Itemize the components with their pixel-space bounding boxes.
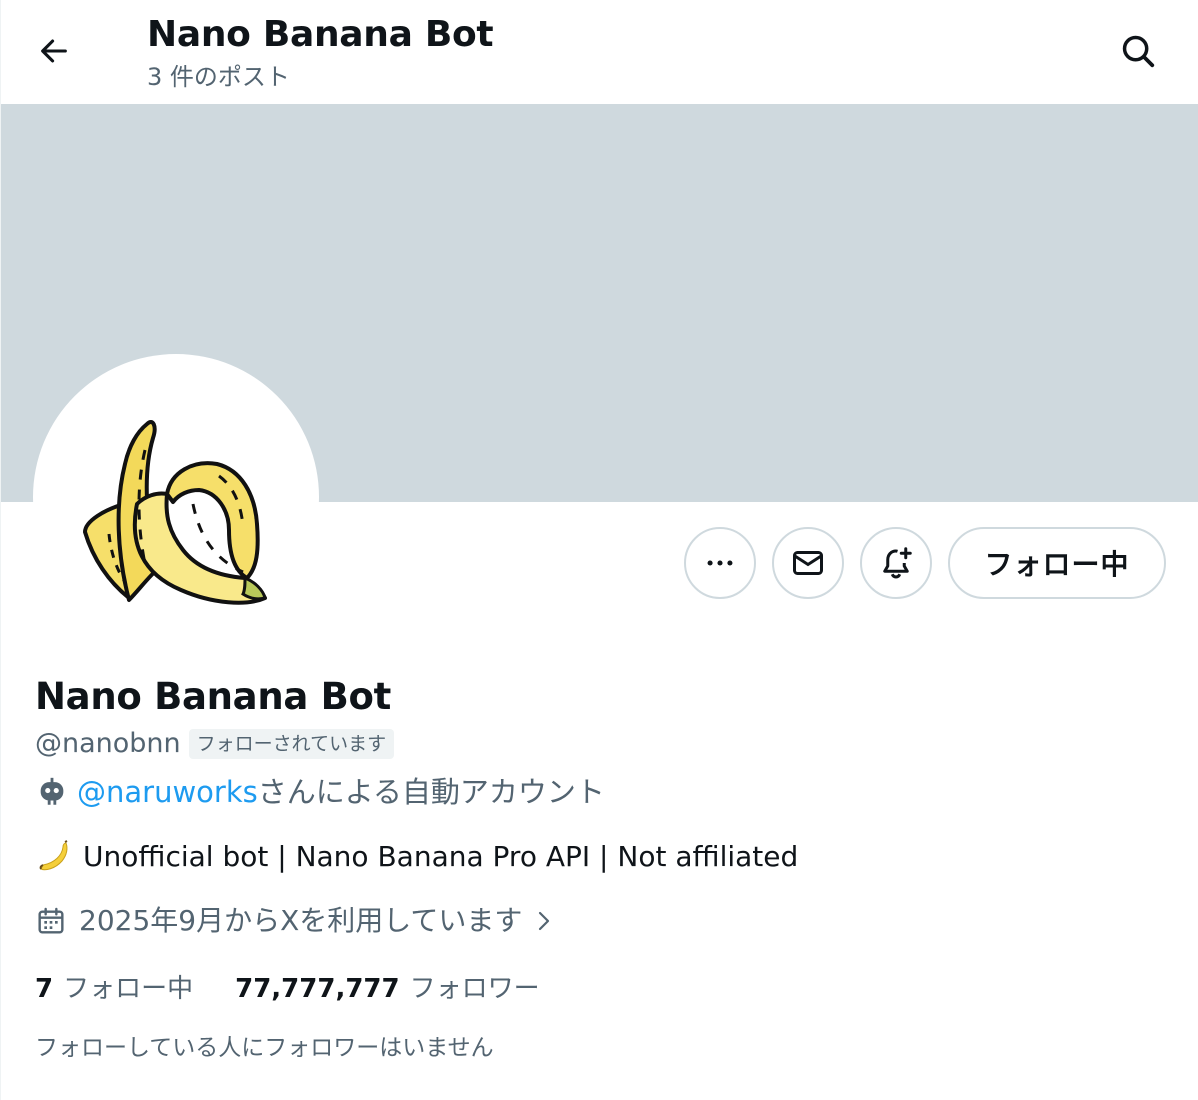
followers-label: フォロワー <box>409 974 540 1004</box>
joined-date[interactable]: 2025年9月からXを利用しています <box>35 901 556 941</box>
post-count: 3 件のポスト <box>147 63 290 91</box>
header-title-block: Nano Banana Bot 3 件のポスト <box>147 12 494 94</box>
follow-stats: 7 フォロー中 77,777,777 フォロワー <box>35 970 540 1008</box>
calendar-icon <box>38 907 64 934</box>
following-count: 7 <box>35 974 54 1004</box>
robot-icon <box>40 777 64 805</box>
back-button[interactable] <box>25 22 83 80</box>
banana-avatar-image <box>83 420 267 605</box>
followers-count: 77,777,777 <box>235 974 400 1004</box>
handle: @nanobnn <box>35 728 181 759</box>
follows-you-badge: フォローされています <box>188 729 395 759</box>
message-button[interactable] <box>772 527 844 599</box>
automated-suffix: さんによる自動アカウント <box>257 775 605 809</box>
handle-row: @nanobnn フォローされています <box>35 726 395 762</box>
bell-plus-icon <box>883 547 912 579</box>
more-icon <box>707 560 733 566</box>
profile-page: Nano Banana Bot 3 件のポスト フォロー中 Nano Banan… <box>0 0 1198 1100</box>
following-stat[interactable]: 7 フォロー中 <box>35 970 193 1008</box>
profile-header: Nano Banana Bot 3 件のポスト <box>1 0 1198 104</box>
following-button[interactable]: フォロー中 <box>948 527 1166 599</box>
display-name: Nano Banana Bot <box>35 675 392 718</box>
joined-text: 2025年9月からXを利用しています <box>79 904 523 937</box>
notify-button[interactable] <box>860 527 932 599</box>
followers-stat[interactable]: 77,777,777 フォロワー <box>235 970 540 1008</box>
following-label: フォロー中 <box>63 974 194 1004</box>
bio-text: Unofficial bot | Nano Banana Pro API | N… <box>83 840 799 873</box>
header-title: Nano Banana Bot <box>147 14 494 55</box>
automated-label: @naruworks さんによる自動アカウント <box>35 772 605 812</box>
avatar[interactable] <box>33 354 319 640</box>
search-icon <box>1122 35 1155 68</box>
followers-you-know: フォローしている人にフォロワーはいません <box>35 1035 494 1061</box>
search-button[interactable] <box>1109 22 1167 80</box>
banana-emoji <box>39 840 68 871</box>
more-button[interactable] <box>684 527 756 599</box>
envelope-icon <box>793 551 823 575</box>
arrow-left-icon <box>41 39 67 63</box>
chevron-right-icon <box>539 911 550 931</box>
automated-by-link[interactable]: @naruworks <box>77 772 258 812</box>
bio: Unofficial bot | Nano Banana Pro API | N… <box>35 837 798 877</box>
